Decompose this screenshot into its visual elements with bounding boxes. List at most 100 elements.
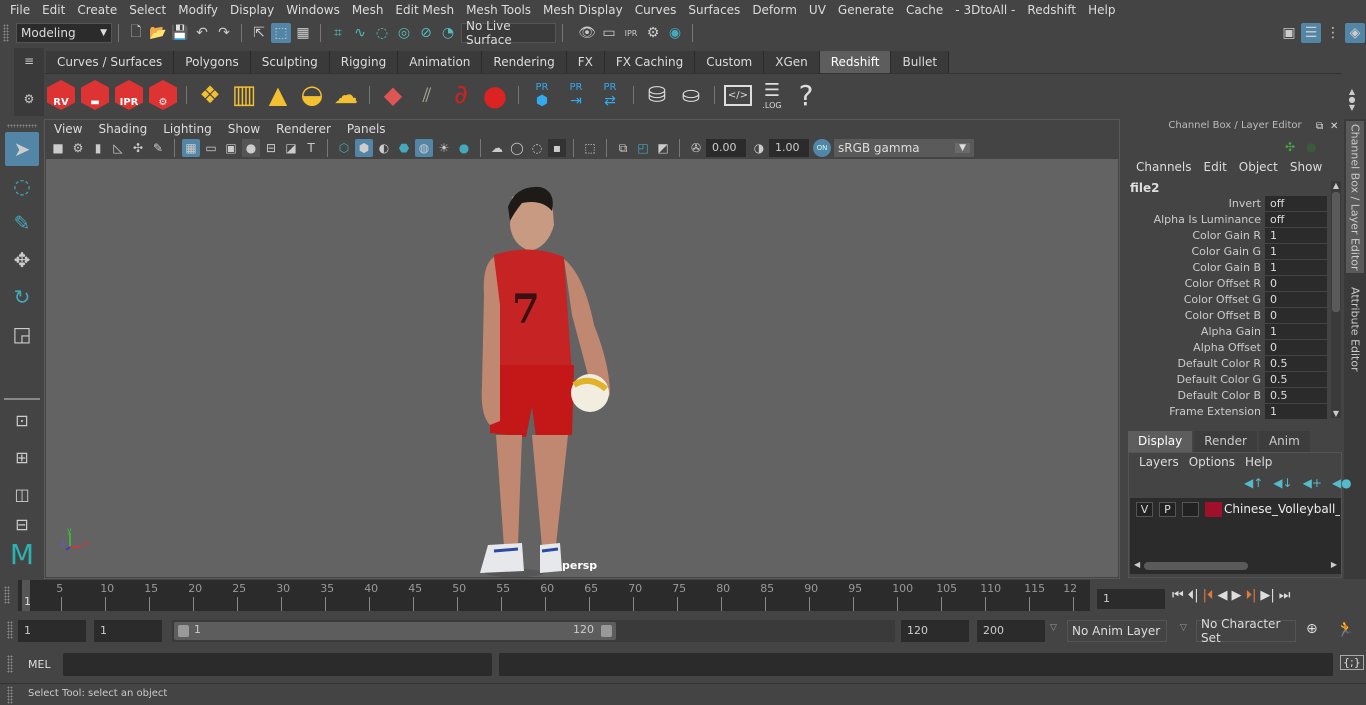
go-to-start-icon[interactable]: ⏮ — [1172, 588, 1184, 603]
baking-icon[interactable]: ⛁ — [642, 77, 672, 113]
attribute-value[interactable]: 1 — [1265, 324, 1327, 340]
menu-deform[interactable]: Deform — [746, 3, 803, 17]
command-language-toggle[interactable]: MEL — [28, 658, 51, 671]
shelf-settings-icon[interactable]: ⚙ — [14, 92, 44, 106]
channel-menu-show[interactable]: Show — [1284, 160, 1328, 174]
chevron-down-icon[interactable]: ▽ — [1050, 623, 1057, 633]
isolate-select-icon[interactable]: ▪ — [548, 139, 566, 157]
menu-generate[interactable]: Generate — [832, 3, 900, 17]
menu-display[interactable]: Display — [224, 3, 280, 17]
redshift-settings-icon[interactable]: ⚙ — [148, 77, 178, 113]
scroll-thumb[interactable] — [1332, 192, 1340, 312]
range-start-knob[interactable] — [178, 625, 189, 637]
animation-preferences-icon[interactable]: 🏃 — [1336, 620, 1355, 638]
animation-start-field[interactable]: 1 — [18, 620, 86, 642]
gamma-field[interactable]: 1.00 — [769, 139, 809, 157]
channel-speed-icon[interactable]: ● — [1306, 140, 1316, 154]
attribute-value[interactable]: 1 — [1265, 228, 1327, 244]
redshift-curve-icon[interactable]: ∂ — [446, 77, 476, 113]
snap-grid-icon[interactable]: ⌗ — [328, 23, 348, 43]
field-chart-icon[interactable]: ⊟ — [262, 139, 280, 157]
timeline-grip[interactable] — [0, 580, 16, 611]
attribute-value[interactable]: 0 — [1265, 340, 1327, 356]
menu-redshift[interactable]: Redshift — [1021, 3, 1082, 17]
bookmark-icon[interactable]: ▮ — [89, 139, 107, 157]
pr-create-icon[interactable]: PR ⬢ — [527, 77, 557, 113]
shelf-menu-icon[interactable]: ≡ — [14, 54, 44, 68]
exposure-icon[interactable]: ✇ — [687, 139, 705, 157]
drag-handle[interactable] — [7, 686, 13, 704]
menu-curves[interactable]: Curves — [629, 3, 683, 17]
layer-playback-toggle[interactable]: P — [1159, 502, 1176, 517]
motion-blur-icon[interactable]: ☁ — [488, 139, 506, 157]
menu-file[interactable]: File — [4, 3, 36, 17]
ipr-render-icon[interactable]: IPR — [621, 23, 641, 43]
menu-create[interactable]: Create — [71, 3, 123, 17]
menu-3dtoall[interactable]: - 3DtoAll - — [949, 3, 1021, 17]
attribute-value[interactable]: 0 — [1265, 276, 1327, 292]
textured-icon[interactable]: ⬣ — [395, 139, 413, 157]
redshift-dome-light-icon[interactable]: ◒ — [297, 77, 327, 113]
snap-point-icon[interactable]: ◌ — [372, 23, 392, 43]
pr-export-icon[interactable]: PR ⇥ — [561, 77, 591, 113]
current-frame-field[interactable]: 1 — [1097, 589, 1165, 609]
shelf-tab-sculpting[interactable]: Sculpting — [250, 51, 330, 73]
redshift-batch-render-icon[interactable]: ▬ — [80, 77, 110, 113]
layer-tab-render[interactable]: Render — [1194, 431, 1257, 452]
menu-windows[interactable]: Windows — [280, 3, 346, 17]
attribute-label[interactable]: Default Color R — [1128, 356, 1265, 372]
hud-icon[interactable]: ◩ — [654, 139, 672, 157]
resolution-gate-icon[interactable]: ▣ — [222, 139, 240, 157]
scroll-right-icon[interactable]: ▶ — [1331, 560, 1337, 569]
menu-set-dropdown[interactable]: Modeling ▼ — [16, 23, 112, 43]
script-editor-icon[interactable]: </> — [723, 77, 753, 113]
redshift-hair-icon[interactable]: ⫽ — [412, 77, 442, 113]
safe-action-icon[interactable]: ◪ — [282, 139, 300, 157]
menu-modify[interactable]: Modify — [172, 3, 224, 17]
menu-edit-mesh[interactable]: Edit Mesh — [389, 3, 460, 17]
menu-edit[interactable]: Edit — [36, 3, 71, 17]
grid-toggle-icon[interactable]: ▦ — [182, 139, 200, 157]
shelf-tab-polygons[interactable]: Polygons — [174, 51, 251, 73]
menu-mesh-display[interactable]: Mesh Display — [537, 3, 629, 17]
move-tool-icon[interactable]: ✥ — [5, 243, 39, 277]
go-to-end-icon[interactable]: ⏭ — [1279, 588, 1291, 603]
attribute-label[interactable]: Color Offset B — [1128, 308, 1265, 324]
attribute-value[interactable]: off — [1265, 212, 1327, 228]
2d-pan-zoom-icon[interactable]: ✣ — [129, 139, 147, 157]
four-view-layout-icon[interactable]: ⊞ — [5, 440, 39, 474]
tool-settings-icon[interactable]: ⋮ — [1323, 23, 1343, 43]
viewport-menu-show[interactable]: Show — [220, 122, 268, 136]
auto-key-icon[interactable]: ⊕ — [1306, 621, 1318, 637]
attribute-label[interactable]: Alpha Offset — [1128, 340, 1265, 356]
attribute-value[interactable]: off — [1265, 196, 1327, 212]
layer-visibility-toggle[interactable]: V — [1136, 502, 1153, 517]
side-tab-attribute-editor[interactable]: Attribute Editor — [1346, 279, 1364, 379]
redshift-area-light-icon[interactable]: ▥ — [229, 77, 259, 113]
hypershade-icon[interactable]: ◉ — [665, 23, 685, 43]
single-perspective-layout-icon[interactable]: ⊡ — [5, 403, 39, 437]
depth-of-field-icon[interactable]: ◌ — [528, 139, 546, 157]
rotate-tool-icon[interactable]: ↻ — [5, 280, 39, 314]
channel-menu-object[interactable]: Object — [1233, 160, 1284, 174]
attribute-label[interactable]: Color Gain R — [1128, 228, 1265, 244]
viewport-menu-lighting[interactable]: Lighting — [155, 122, 220, 136]
help-icon[interactable]: ? — [791, 77, 821, 113]
scroll-down-icon[interactable]: ▼ — [1331, 409, 1341, 418]
animation-end-field[interactable]: 200 — [977, 620, 1045, 642]
shelf-tab-rigging[interactable]: Rigging — [329, 51, 399, 73]
layer-menu-layers[interactable]: Layers — [1134, 455, 1184, 469]
new-scene-icon[interactable]: 🗋 — [126, 23, 146, 43]
camera-select-icon[interactable]: ■ — [49, 139, 67, 157]
drag-handle[interactable] — [7, 621, 13, 639]
bake-single-icon[interactable]: ⛀ — [676, 77, 706, 113]
snap-surface-icon[interactable]: ⊘ — [416, 23, 436, 43]
attribute-label[interactable]: Color Gain B — [1128, 260, 1265, 276]
shelf-tab-animation[interactable]: Animation — [398, 51, 483, 73]
shelf-tab-fx[interactable]: FX — [566, 51, 605, 73]
color-space-dropdown[interactable]: sRGB gamma ▼ — [834, 139, 974, 157]
attribute-label[interactable]: Alpha Gain — [1128, 324, 1265, 340]
attribute-value[interactable]: 1 — [1265, 244, 1327, 260]
shelf-scroll[interactable]: ▲ ● ▼ — [1344, 88, 1360, 112]
gate-mask-icon[interactable]: ● — [242, 139, 260, 157]
